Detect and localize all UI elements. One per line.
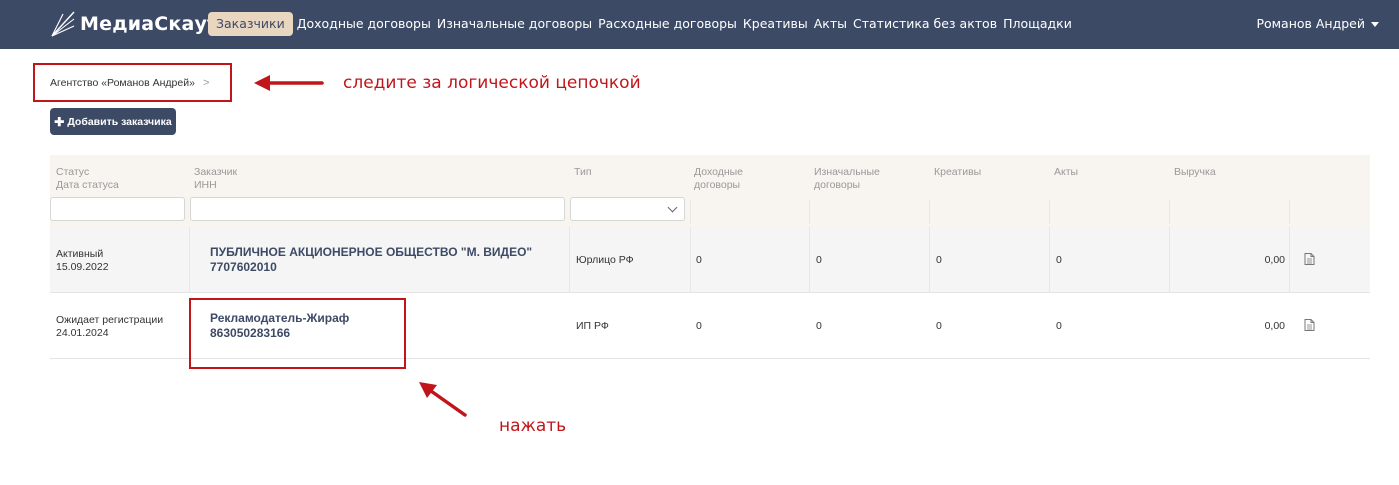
nav-item-acts[interactable]: Акты: [814, 12, 847, 36]
income-contracts-cell: 0: [696, 320, 702, 332]
header-status-label: Статус: [56, 166, 90, 178]
status-date: 15.09.2022: [56, 260, 109, 273]
customer-name-link[interactable]: ПУБЛИЧНОЕ АКЦИОНЕРНОЕ ОБЩЕСТВО "М. ВИДЕО…: [210, 245, 532, 260]
header-income-label-1: Доходные: [694, 166, 744, 178]
column-divider: [1289, 200, 1290, 224]
header-status: Статус Дата статуса: [56, 166, 119, 192]
income-contracts-cell: 0: [696, 254, 702, 266]
arrow-up-left-icon: [419, 382, 467, 417]
customer-highlight-box: [189, 298, 406, 369]
caret-down-icon: [1371, 21, 1379, 27]
status-cell: Ожидает регистрации 24.01.2024: [56, 314, 163, 339]
add-customer-label: Добавить заказчика: [67, 115, 172, 128]
column-divider: [569, 227, 570, 293]
nav-item-expense-contracts[interactable]: Расходные договоры: [598, 12, 737, 36]
document-icon[interactable]: [1304, 253, 1315, 265]
nav-item-income-contracts[interactable]: Доходные договоры: [297, 12, 431, 36]
chain-hint-annotation: следите за логической цепочкой: [343, 73, 641, 93]
customer-inn: 7707602010: [210, 260, 277, 274]
status-date: 24.01.2024: [56, 326, 109, 339]
click-hint-annotation: нажать: [499, 416, 567, 436]
brand-name: МедиаСкаут: [80, 13, 219, 35]
creatives-cell: 0: [936, 254, 942, 266]
nav-item-initial-contracts[interactable]: Изначальные договоры: [437, 12, 592, 36]
header-initial-contracts: Изначальные договоры: [814, 166, 880, 192]
column-divider: [690, 227, 691, 293]
nav-item-stats-without-acts[interactable]: Статистика без актов: [853, 12, 997, 36]
header-income-contracts: Доходные договоры: [694, 166, 743, 192]
mediascout-logo-icon: [51, 11, 75, 37]
column-divider: [929, 227, 930, 293]
plus-icon: ✚: [54, 114, 65, 129]
nav-item-platforms[interactable]: Площадки: [1003, 12, 1072, 36]
user-name: Романов Андрей: [1256, 16, 1365, 31]
arrow-left-icon: [254, 75, 324, 91]
top-navbar: МедиаСкаут Заказчики Доходные договоры И…: [0, 0, 1399, 49]
header-income-label-2: договоры: [694, 179, 741, 191]
column-divider: [1169, 200, 1170, 224]
table-header: Статус Дата статуса Заказчик ИНН Тип Дох…: [50, 155, 1370, 227]
acts-cell: 0: [1056, 254, 1062, 266]
acts-cell: 0: [1056, 320, 1062, 332]
status-text: Ожидает регистрации: [56, 314, 164, 326]
type-cell: ИП РФ: [576, 320, 609, 332]
type-cell: Юрлицо РФ: [576, 254, 634, 266]
customer-filter-input[interactable]: [190, 197, 565, 221]
revenue-cell: 0,00: [1264, 320, 1285, 332]
type-filter-select[interactable]: [570, 197, 685, 221]
revenue-cell: 0,00: [1264, 254, 1285, 266]
header-customer: Заказчик ИНН: [194, 166, 237, 192]
nav-item-creatives[interactable]: Креативы: [743, 12, 808, 36]
nav-item-customers[interactable]: Заказчики: [208, 12, 293, 36]
header-revenue: Выручка: [1174, 166, 1216, 179]
header-customer-label: Заказчик: [194, 166, 238, 178]
column-divider: [189, 227, 190, 293]
header-initial-label-1: Изначальные: [814, 166, 880, 178]
main-nav: Заказчики Доходные договоры Изначальные …: [208, 12, 1078, 36]
customer-cell[interactable]: ПУБЛИЧНОЕ АКЦИОНЕРНОЕ ОБЩЕСТВО "М. ВИДЕО…: [210, 245, 532, 275]
status-cell: Активный 15.09.2022: [56, 248, 109, 273]
column-divider: [809, 200, 810, 224]
initial-contracts-cell: 0: [816, 320, 822, 332]
header-type: Тип: [574, 166, 592, 179]
column-divider: [809, 227, 810, 293]
column-divider: [1289, 227, 1290, 293]
header-type-label: Тип: [574, 166, 592, 178]
user-menu[interactable]: Романов Андрей: [1256, 12, 1379, 36]
brand-logo[interactable]: МедиаСкаут: [50, 8, 218, 40]
header-inn-label: ИНН: [194, 179, 217, 191]
column-divider: [1169, 227, 1170, 293]
table-row: Активный 15.09.2022 ПУБЛИЧНОЕ АКЦИОНЕРНО…: [50, 227, 1370, 293]
column-divider: [929, 200, 930, 224]
header-acts-label: Акты: [1054, 166, 1079, 178]
add-customer-button[interactable]: ✚ Добавить заказчика: [50, 108, 176, 135]
initial-contracts-cell: 0: [816, 254, 822, 266]
chevron-down-icon: [667, 202, 678, 213]
header-initial-label-2: договоры: [814, 179, 861, 191]
header-creatives-label: Креативы: [934, 166, 982, 178]
column-divider: [1049, 227, 1050, 293]
status-filter-input[interactable]: [50, 197, 185, 221]
header-status-date-label: Дата статуса: [56, 179, 119, 191]
document-icon[interactable]: [1304, 319, 1315, 331]
status-text: Активный: [56, 248, 104, 260]
column-divider: [690, 200, 691, 224]
creatives-cell: 0: [936, 320, 942, 332]
header-revenue-label: Выручка: [1174, 166, 1216, 178]
header-acts: Акты: [1054, 166, 1078, 179]
header-creatives: Креативы: [934, 166, 981, 179]
breadcrumb-highlight-box: [33, 63, 232, 102]
column-divider: [1049, 200, 1050, 224]
